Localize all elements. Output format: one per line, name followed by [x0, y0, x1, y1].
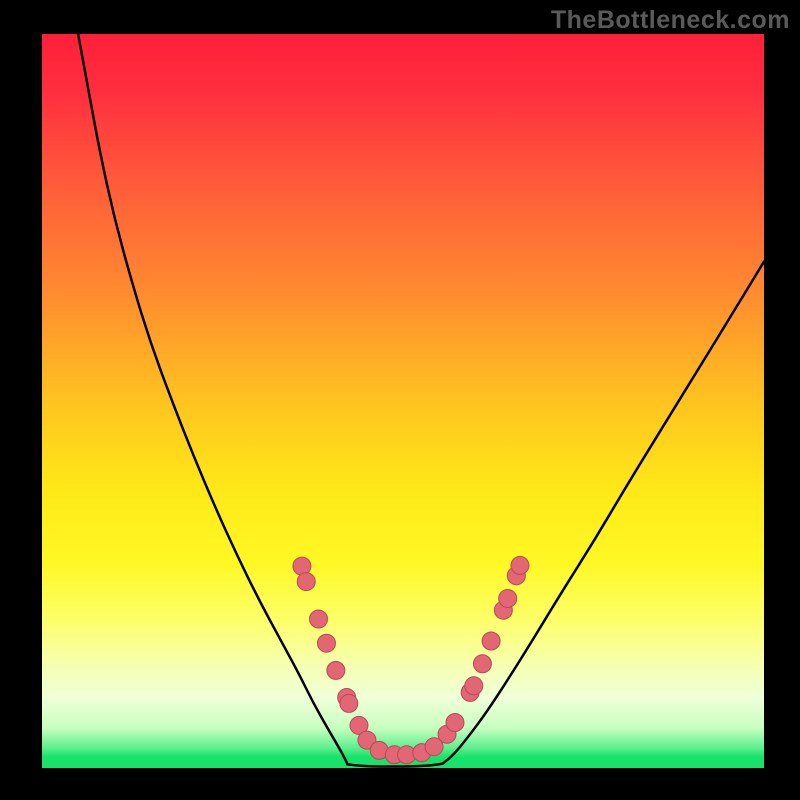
marker-dot — [340, 694, 358, 712]
marker-dot — [317, 634, 335, 652]
outer-frame: TheBottleneck.com — [0, 0, 800, 800]
watermark-text: TheBottleneck.com — [551, 6, 790, 35]
marker-dot — [446, 713, 464, 731]
marker-dot — [473, 655, 491, 673]
plot-area — [42, 34, 764, 768]
chart-svg — [42, 34, 764, 768]
marker-dot — [482, 632, 500, 650]
marker-dot — [511, 556, 529, 574]
marker-dot — [310, 610, 328, 628]
marker-dot — [327, 661, 345, 679]
marker-dot — [465, 677, 483, 695]
marker-dot — [499, 589, 517, 607]
gradient-background — [42, 34, 764, 768]
marker-dot — [297, 573, 315, 591]
